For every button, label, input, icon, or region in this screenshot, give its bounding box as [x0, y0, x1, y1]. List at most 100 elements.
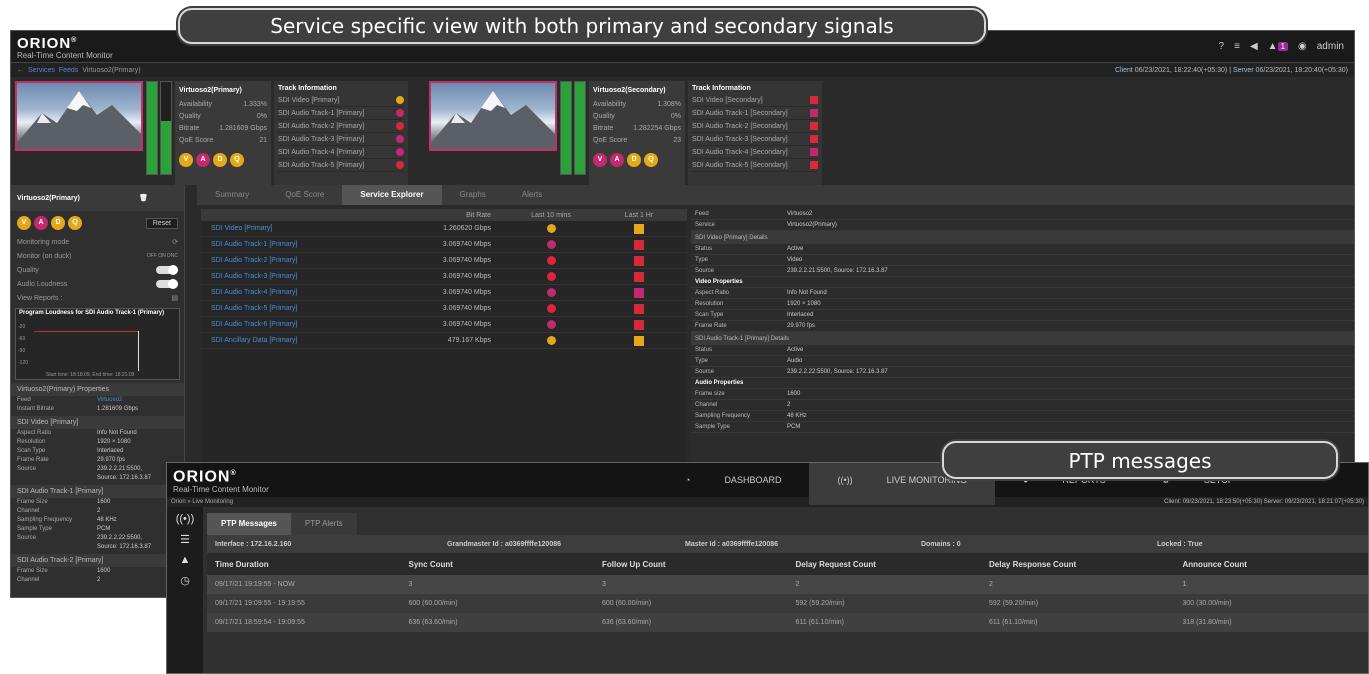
col-header-bitrate: Bit Rate: [466, 211, 491, 219]
broadcast-icon[interactable]: ((•)): [176, 513, 195, 525]
quality-toggle[interactable]: [156, 265, 178, 275]
tab-ptp-messages[interactable]: PTP Messages: [207, 513, 291, 535]
ptp-crumb-text[interactable]: Orion » Live Monitoring: [171, 499, 233, 505]
tab-ptp-alerts[interactable]: PTP Alerts: [290, 513, 357, 535]
video-details-section[interactable]: SDI Video [Primary] Details: [691, 231, 1354, 244]
explorer-row[interactable]: SDI Audio Track-2 [Primary] 3.069740 Mbps: [201, 253, 687, 269]
help-icon[interactable]: ?: [1219, 41, 1225, 52]
service-link[interactable]: SDI Ancillary Data [Primary]: [201, 337, 401, 344]
detail-value: Video: [787, 257, 803, 263]
track-row[interactable]: SDI Audio Track-2 [Primary]: [278, 120, 404, 133]
rss-icon[interactable]: ☰: [180, 533, 190, 546]
last10-cell: [511, 288, 591, 297]
service-link[interactable]: SDI Audio Track-4 [Primary]: [201, 289, 401, 296]
duck-options[interactable]: OFF ON DNC: [147, 253, 178, 259]
reset-button[interactable]: Reset: [145, 217, 178, 229]
track-row[interactable]: SDI Audio Track-4 [Primary]: [278, 146, 404, 159]
service-link[interactable]: SDI Audio Track-6 [Primary]: [201, 321, 401, 328]
refresh-icon[interactable]: ⟳: [172, 238, 178, 246]
video-section[interactable]: SDI Video [Primary]: [11, 416, 184, 429]
v-badge[interactable]: V: [179, 153, 193, 167]
tab-qoe-score[interactable]: QoE Score: [267, 185, 342, 205]
ptp-table-header: Time Duration Sync Count Follow Up Count…: [207, 553, 1368, 575]
ptp-interface: Interface : 172.16.2.160: [215, 540, 292, 548]
secondary-service[interactable]: Virtuoso2(Secondary) Availability 1.308% …: [429, 81, 822, 185]
table-row[interactable]: 09/17/21 18:59:54 - 19:09:55 636 (63.60/…: [207, 613, 1368, 632]
track-row[interactable]: SDI Audio Track-2 [Secondary]: [692, 120, 818, 133]
track-row[interactable]: SDI Audio Track-4 [Secondary]: [692, 146, 818, 159]
service-link[interactable]: SDI Audio Track-5 [Primary]: [201, 305, 401, 312]
secondary-thumbnail[interactable]: [429, 81, 557, 151]
track-row[interactable]: SDI Video [Primary]: [278, 94, 404, 107]
tab-service-explorer[interactable]: Service Explorer: [342, 185, 442, 205]
q-badge[interactable]: Q: [644, 153, 658, 167]
username[interactable]: admin: [1317, 41, 1344, 52]
tab-summary[interactable]: Summary: [197, 185, 267, 205]
audio-track-2-section[interactable]: SDI Audio Track-2 [Primary]: [11, 554, 184, 567]
audio-track-1-section[interactable]: SDI Audio Track-1 [Primary]: [11, 485, 184, 498]
q-badge[interactable]: Q: [68, 216, 82, 230]
service-link[interactable]: SDI Audio Track-2 [Primary]: [201, 257, 401, 264]
status-square: [634, 303, 644, 314]
loudness-line: [34, 331, 139, 332]
user-icon[interactable]: ◉: [1298, 41, 1307, 52]
q-badge[interactable]: Q: [230, 153, 244, 167]
detail-key: Sample Type: [695, 424, 730, 430]
kv-value: 2: [97, 508, 101, 514]
track-row[interactable]: SDI Audio Track-5 [Primary]: [278, 159, 404, 172]
kv-value[interactable]: Virtuoso2: [97, 396, 122, 405]
properties-section[interactable]: Virtuoso2(Primary) Properties: [11, 383, 184, 396]
v-badge[interactable]: V: [593, 153, 607, 167]
primary-service[interactable]: Virtuoso2(Primary) Availability 1.333% Qu…: [15, 81, 408, 185]
audio-loudness-toggle[interactable]: [156, 279, 178, 289]
stopwatch-icon[interactable]: ◷: [180, 574, 190, 587]
nav-dashboard[interactable]: ◔ DASHBOARD: [657, 463, 809, 505]
detail-subheader: Audio Properties: [691, 378, 1354, 389]
audio-details-section[interactable]: SDI Audio Track-1 [Primary] Details: [691, 332, 1354, 345]
last1hr-cell: [591, 255, 687, 266]
back-icon[interactable]: ←: [17, 67, 24, 74]
crumb-feeds[interactable]: Feeds: [59, 67, 78, 74]
detail-row: Sampling Frequency 48 KHz: [691, 411, 1354, 422]
track-row[interactable]: SDI Audio Track-3 [Primary]: [278, 133, 404, 146]
explorer-row[interactable]: SDI Ancillary Data [Primary] 479.167 Kbps: [201, 333, 687, 349]
track-row[interactable]: SDI Video [Secondary]: [692, 94, 818, 107]
track-row[interactable]: SDI Audio Track-1 [Secondary]: [692, 107, 818, 120]
track-row[interactable]: SDI Audio Track-5 [Secondary]: [692, 159, 818, 172]
a-badge[interactable]: A: [610, 153, 624, 167]
table-row[interactable]: 09/17/21 19:19:55 - NOW 3 3 2 2 1: [207, 575, 1368, 594]
d-badge[interactable]: D: [627, 153, 641, 167]
explorer-row[interactable]: SDI Video [Primary] 1.260620 Gbps: [201, 221, 687, 237]
service-link[interactable]: SDI Video [Primary]: [201, 225, 401, 232]
explorer-row[interactable]: SDI Audio Track-5 [Primary] 3.069740 Mbps: [201, 301, 687, 317]
kv-row: Sample Type PCM: [11, 525, 184, 534]
service-link[interactable]: SDI Audio Track-3 [Primary]: [201, 273, 401, 280]
bell-icon[interactable]: ▲: [180, 554, 191, 566]
explorer-row[interactable]: SDI Audio Track-6 [Primary] 3.069740 Mbps: [201, 317, 687, 333]
d-badge[interactable]: D: [213, 153, 227, 167]
report-icon[interactable]: ▤: [171, 294, 178, 302]
server-label: Server: [1232, 66, 1254, 74]
trash-icon[interactable]: 🗑: [139, 194, 148, 202]
a-badge[interactable]: A: [196, 153, 210, 167]
track-row[interactable]: SDI Audio Track-3 [Secondary]: [692, 133, 818, 146]
track-row[interactable]: SDI Audio Track-1 [Primary]: [278, 107, 404, 120]
explorer-row[interactable]: SDI Audio Track-4 [Primary] 3.069740 Mbps: [201, 285, 687, 301]
speaker-icon[interactable]: ◀: [1250, 41, 1258, 52]
crumb-services[interactable]: Services: [28, 67, 55, 74]
service-link[interactable]: SDI Audio Track-1 [Primary]: [201, 241, 401, 248]
explorer-row[interactable]: SDI Audio Track-3 [Primary] 3.069740 Mbps: [201, 269, 687, 285]
tab-alerts[interactable]: Alerts: [504, 185, 560, 205]
bell-icon[interactable]: ▲ 1: [1268, 41, 1289, 52]
explorer-row[interactable]: SDI Audio Track-1 [Primary] 3.069740 Mbps: [201, 237, 687, 253]
v-badge[interactable]: V: [17, 216, 31, 230]
a-badge[interactable]: A: [34, 216, 48, 230]
list-icon[interactable]: ≡: [1234, 41, 1240, 52]
d-badge[interactable]: D: [51, 216, 65, 230]
left-panel-header: Virtuoso2(Primary) 🗑: [11, 185, 184, 211]
last1hr-cell: [591, 335, 687, 346]
primary-thumbnail[interactable]: [15, 81, 143, 151]
tab-graphs[interactable]: Graphs: [442, 185, 504, 205]
table-row[interactable]: 09/17/21 19:09:55 - 19:19:55 600 (60.00/…: [207, 594, 1368, 613]
detail-key: Type: [695, 358, 709, 364]
